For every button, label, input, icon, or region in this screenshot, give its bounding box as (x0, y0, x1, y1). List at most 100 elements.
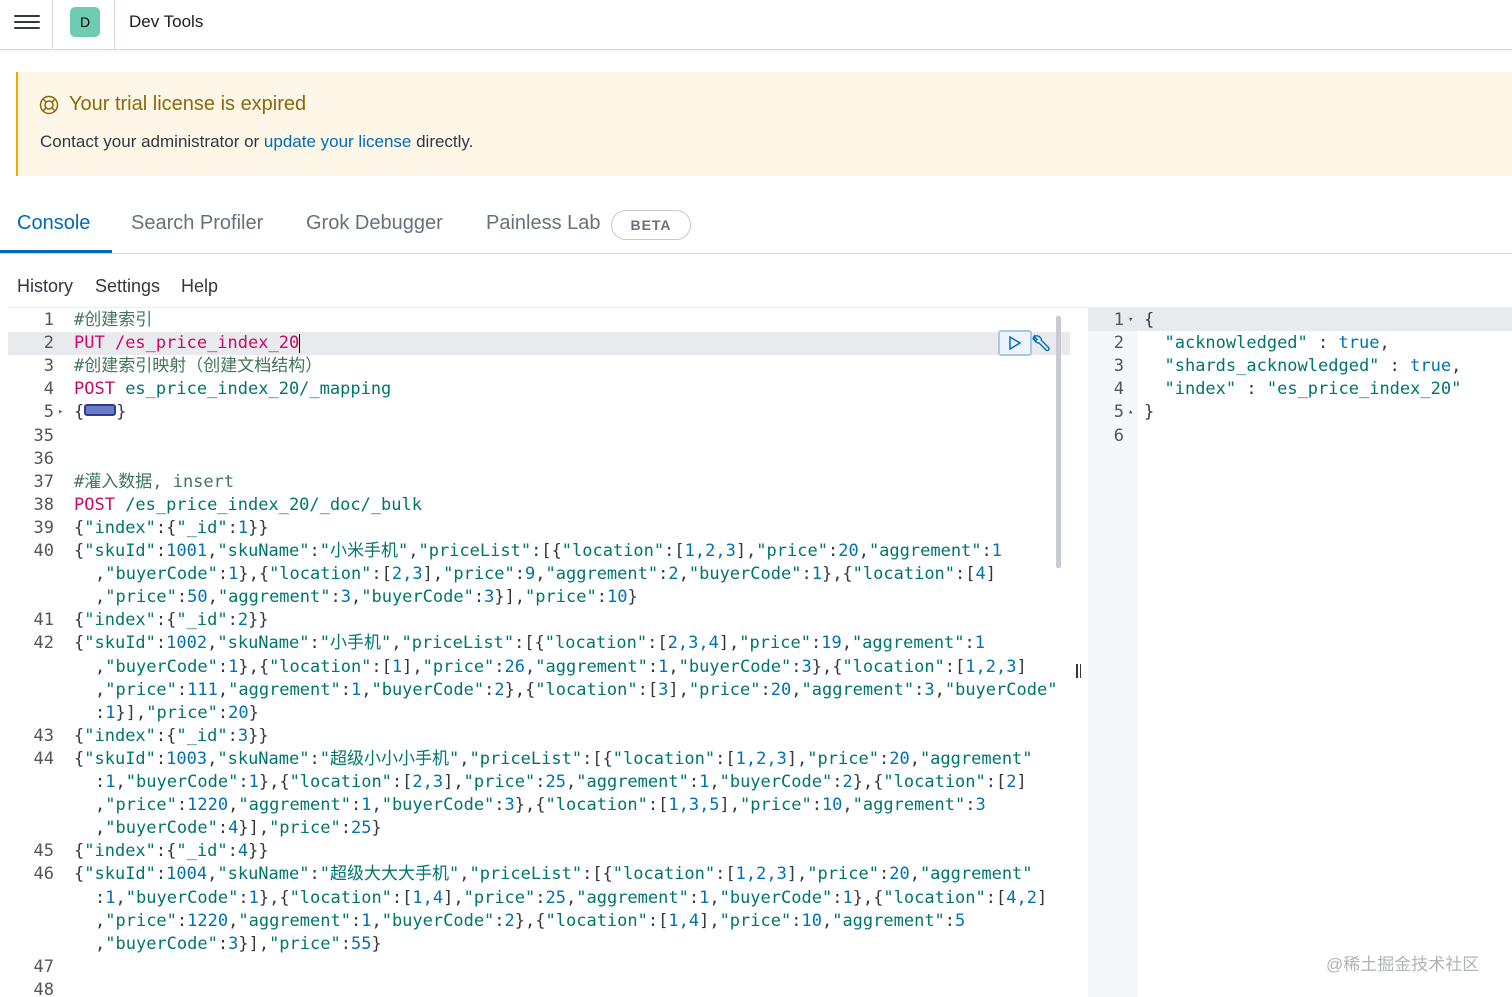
history-button[interactable]: History (17, 276, 73, 297)
code-token: }} (248, 841, 269, 862)
code-token: : (658, 564, 669, 585)
tab-grok-debugger[interactable]: Grok Debugger (306, 212, 443, 235)
editor-line: ,"price":1220,"aggrement":1,"buyerCode":… (8, 910, 1070, 933)
code-text: PUT /es_price_index_20 (74, 332, 301, 355)
editor-line: 40 {"skuId":1001,"skuName":"小米手机","priceL… (8, 540, 1070, 563)
fold-toggle-icon[interactable]: ▴ (1128, 401, 1133, 424)
code-token: 1,4 (668, 910, 700, 931)
code-token: } (371, 818, 382, 839)
code-token: 20 (838, 541, 859, 561)
line-number: 3 (1113, 356, 1124, 377)
code-text: #灌入数据, insert (74, 471, 234, 494)
code-token: { (74, 725, 85, 746)
fold-toggle-icon[interactable]: ▸ (58, 401, 63, 424)
request-editor[interactable]: 1 #创建索引 2 PUT /es_price_index_20 3 #创建索引映射（创建… (8, 308, 1070, 997)
code-token: { (74, 864, 85, 885)
update-license-link[interactable]: update your license (264, 132, 411, 151)
code-token: "location" (561, 541, 665, 561)
code-token: :[ (637, 679, 659, 700)
code-token: { (74, 402, 85, 423)
code-token: 19 (821, 633, 842, 654)
code-token: "index" (84, 725, 156, 746)
code-token: }} (248, 610, 269, 631)
code-token: : (914, 679, 925, 700)
code-text: {"skuId":1003,"skuName":"超级小小小手机","price… (74, 748, 1033, 771)
code-token: "location" (612, 864, 716, 885)
code-token: :[{ (582, 864, 613, 885)
editor-line: 43 {"index":{"_id":3}} (8, 725, 1070, 748)
code-token: 4 (228, 818, 239, 839)
code-token: PUT (74, 333, 115, 354)
code-token: }} (248, 517, 269, 538)
line-number: 36 (33, 448, 54, 469)
code-token: : (810, 633, 822, 654)
code-token: : (95, 702, 106, 723)
code-token: :[ (715, 864, 736, 885)
code-token: 2,3 (412, 772, 444, 792)
response-line: 5 ▴} (1088, 401, 1512, 424)
code-token: :[ (715, 748, 736, 769)
panel-resize-handle[interactable] (1076, 664, 1082, 682)
code-token: 1220 (187, 910, 229, 931)
code-token: , (361, 679, 372, 700)
code-token: : (832, 887, 843, 908)
code-token: "location" (842, 656, 945, 677)
tab-console[interactable]: Console (17, 212, 90, 235)
code-token: "index" (84, 517, 156, 538)
line-number: 2 (43, 333, 54, 354)
code-token: true (1338, 333, 1380, 354)
code-text: POST es_price_index_20/_mapping (74, 378, 391, 401)
code-token: 10 (821, 795, 843, 816)
fold-toggle-icon[interactable]: ▾ (1128, 309, 1133, 332)
code-token: , (207, 587, 218, 608)
code-text: "acknowledged" : true, (1144, 332, 1389, 355)
code-token: , (95, 564, 106, 585)
tab-search-profiler[interactable]: Search Profiler (131, 212, 263, 235)
space-avatar[interactable]: D (70, 7, 100, 37)
code-token: "location" (545, 795, 648, 816)
code-token: "aggrement" (238, 910, 351, 931)
code-token: #创建索引映射（创建文档结构） (74, 356, 323, 377)
code-token: "shards_acknowledged" (1164, 356, 1380, 377)
code-token: 1 (105, 702, 116, 723)
line-number: 5 (43, 402, 54, 423)
code-token: "es_price_index_20" (1266, 379, 1462, 400)
code-token: "aggrement" (238, 795, 351, 816)
code-token: "location" (545, 910, 648, 931)
editor-line: 1 #创建索引 (8, 309, 1070, 332)
code-token: : (227, 841, 238, 862)
line-number: 3 (43, 356, 54, 377)
folded-block-widget[interactable] (84, 404, 117, 417)
line-number: 4 (1113, 379, 1124, 400)
code-token: : (981, 541, 992, 561)
code-token: ], (735, 541, 757, 561)
menu-toggle-button[interactable] (14, 12, 40, 34)
code-token: 1,2,3 (684, 541, 736, 561)
watermark: @稀土掘金技术社区 (1326, 955, 1480, 974)
tab-painless-lab[interactable]: Painless Lab (486, 212, 601, 235)
code-text: POST /es_price_index_20/_doc/_bulk (74, 494, 422, 517)
code-token: :[ (647, 633, 668, 654)
editor-line: 39 {"index":{"_id":1}} (8, 517, 1070, 540)
code-token: 3 (228, 933, 239, 954)
code-token: , (217, 679, 229, 700)
code-token: "buyerCode" (105, 933, 218, 954)
code-token: :[{ (582, 748, 613, 769)
code-token: } (371, 933, 382, 954)
code-token: "price" (807, 748, 879, 769)
code-token: "price" (105, 795, 177, 816)
code-token: "aggrement" (535, 656, 648, 677)
code-token: : (473, 587, 485, 608)
code-token: "buyerCode" (678, 656, 792, 677)
code-token: 25 (545, 887, 566, 908)
code-token: , (371, 910, 382, 931)
help-button[interactable]: Help (181, 276, 218, 297)
settings-button[interactable]: Settings (95, 276, 160, 297)
response-editor[interactable]: 1 ▾{2 "acknowledged" : true, 3 "shards_ack… (1088, 308, 1512, 997)
code-token: 20 (889, 748, 910, 769)
code-token: }], (494, 587, 526, 608)
code-token: : (227, 517, 238, 538)
code-token: "index" (84, 610, 156, 631)
editor-scrollbar[interactable] (1056, 316, 1061, 568)
code-token: : (965, 795, 976, 816)
